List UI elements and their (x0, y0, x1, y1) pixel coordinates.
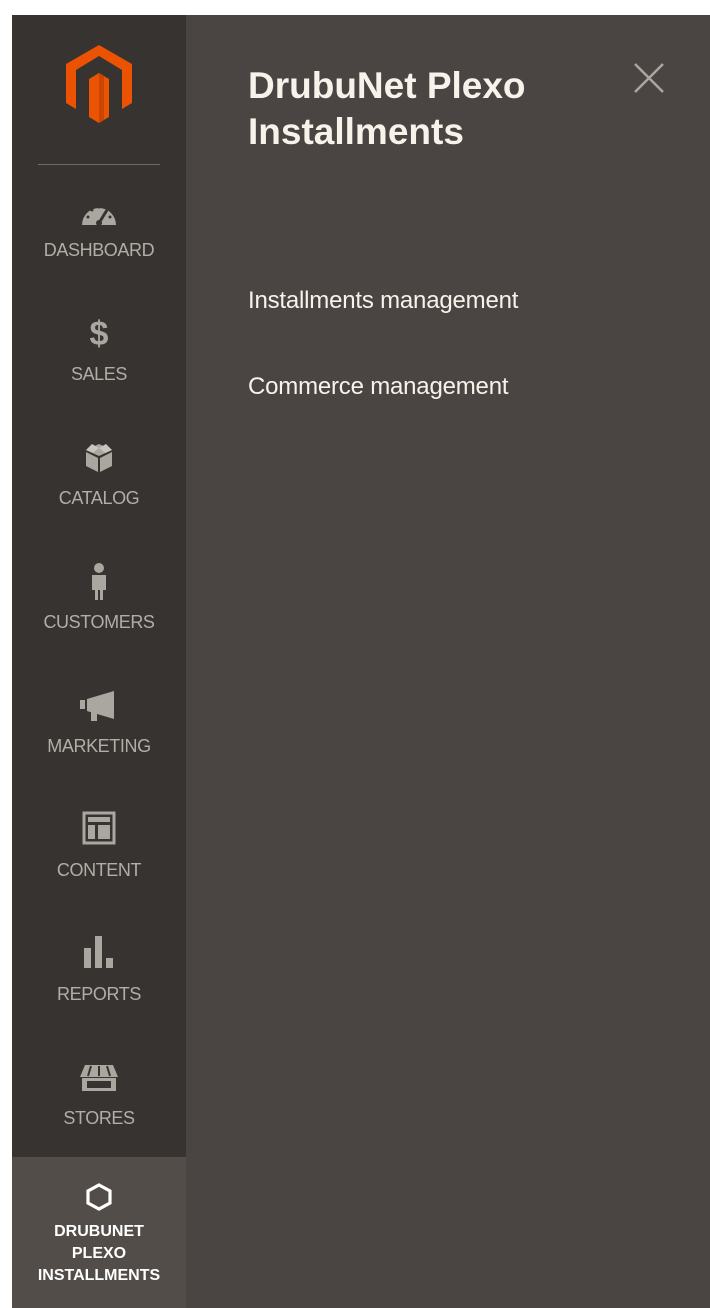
sidebar-item-reports[interactable]: REPORTS (12, 924, 186, 1047)
megaphone-icon (12, 686, 186, 726)
sidebar-item-label: SALES (70, 364, 128, 384)
sidebar-item-label: MARKETING (47, 736, 151, 756)
panel-title-line: DrubuNet Plexo (248, 65, 526, 106)
commerce-management-link[interactable]: Commerce management (248, 373, 509, 401)
sidebar-item-catalog[interactable]: CATALOG (12, 428, 186, 551)
dollar-icon: $ (89, 314, 109, 353)
person-icon (12, 562, 186, 602)
panel-title-line: Installments (248, 111, 464, 152)
hexagon-icon (12, 1177, 186, 1217)
sidebar-item-label: DASHBOARD (43, 240, 155, 260)
bar-chart-icon (12, 932, 186, 972)
magento-logo[interactable] (12, 15, 186, 165)
label-line: INSTALLMENTS (37, 1267, 161, 1284)
sidebar-item-stores[interactable]: STORES (12, 1048, 186, 1171)
sidebar-item-dashboard[interactable]: DASHBOARD (12, 180, 186, 303)
submenu-panel: DrubuNet Plexo Installments Installments… (186, 15, 710, 1308)
close-icon (634, 63, 664, 93)
sidebar-item-drubunet-plexo-installments[interactable]: DRUBUNET PLEXO INSTALLMENTS (12, 1157, 186, 1308)
label-line: DRUBUNET (54, 1223, 144, 1240)
sidebar-item-label: CUSTOMERS (43, 612, 155, 632)
sidebar-item-sales[interactable]: $ SALES (12, 304, 186, 427)
sidebar-item-label: CATALOG (58, 488, 140, 508)
layout-icon (12, 808, 186, 848)
sidebar-item-label: REPORTS (57, 984, 141, 1004)
storefront-icon (12, 1058, 186, 1098)
box-icon (12, 438, 186, 478)
logo-divider (38, 164, 160, 165)
label-line: PLEXO (71, 1245, 127, 1262)
sidebar-item-customers[interactable]: CUSTOMERS (12, 552, 186, 675)
panel-title: DrubuNet Plexo Installments (248, 63, 608, 155)
sidebar-item-label: STORES (63, 1108, 135, 1128)
admin-sidebar: DASHBOARD $ SALES CATALOG CUSTOMERS MARK… (12, 15, 186, 1308)
magento-logo-icon (66, 45, 132, 123)
sidebar-item-label: DRUBUNET PLEXO INSTALLMENTS (12, 1221, 186, 1287)
sidebar-item-label: CONTENT (56, 860, 142, 880)
sidebar-item-marketing[interactable]: MARKETING (12, 676, 186, 799)
speedometer-icon (12, 194, 186, 234)
installments-management-link[interactable]: Installments management (248, 287, 518, 315)
sidebar-item-content[interactable]: CONTENT (12, 800, 186, 923)
close-panel-button[interactable] (632, 61, 666, 95)
